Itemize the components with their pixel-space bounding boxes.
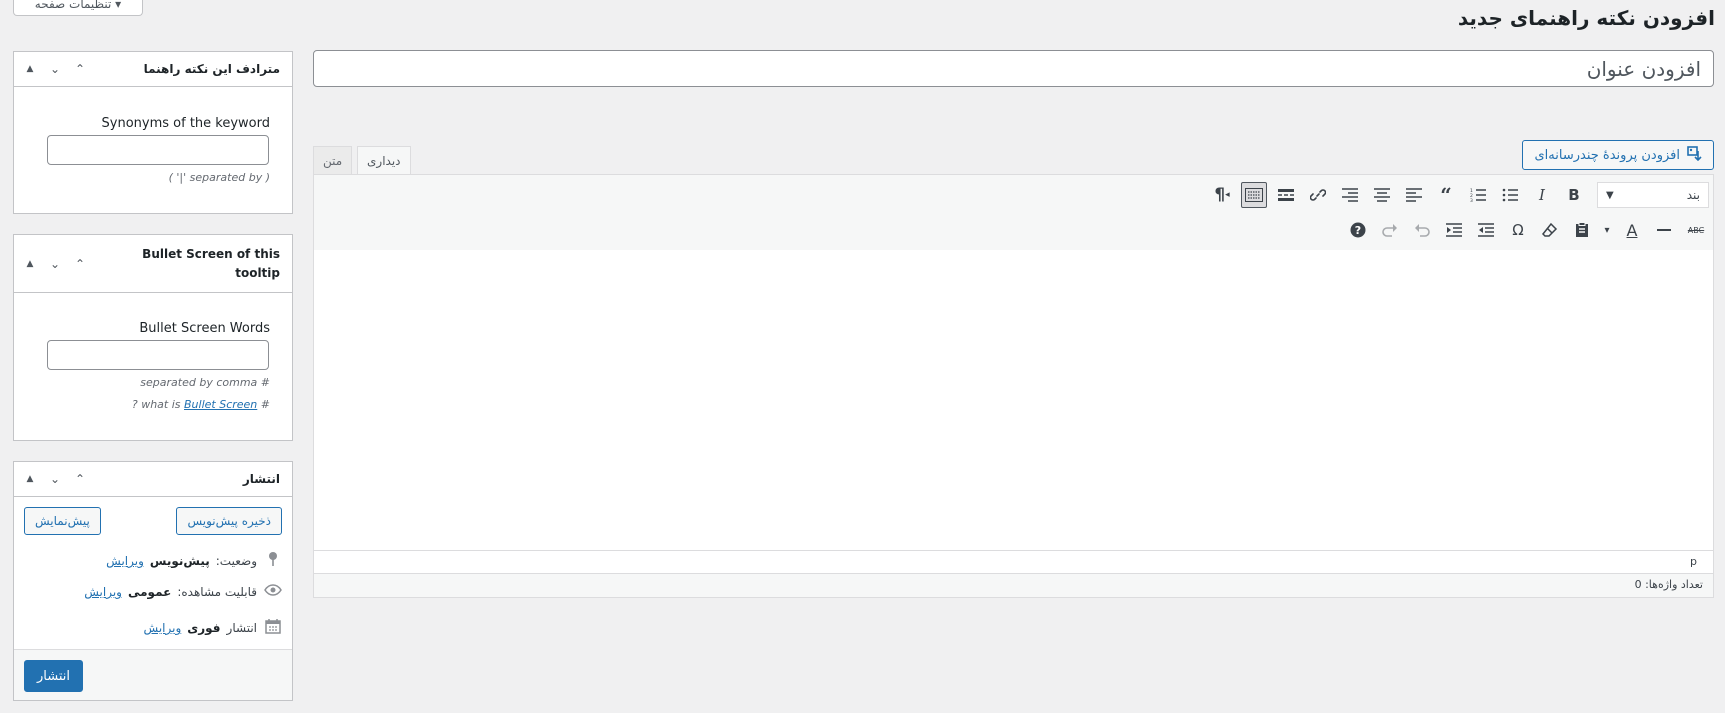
editor-content-area[interactable]	[314, 250, 1713, 551]
align-left-icon[interactable]	[1401, 182, 1427, 208]
bullet-hint-what-is: ? what is Bullet Screen #	[132, 398, 270, 411]
indent-icon[interactable]	[1441, 217, 1467, 243]
calendar-icon	[263, 618, 283, 638]
svg-text:?: ?	[1355, 224, 1361, 237]
bullet-hint-separator: separated by comma #	[140, 376, 270, 389]
undo-icon[interactable]	[1409, 217, 1435, 243]
editor-status-bar: تعداد واژه‌ها: 0	[314, 573, 1713, 597]
align-center-icon[interactable]	[1369, 182, 1395, 208]
move-up-icon[interactable]: ⌃	[71, 62, 89, 76]
bullet-list-icon[interactable]	[1497, 182, 1523, 208]
schedule-value: فوری	[187, 621, 221, 635]
synonyms-input[interactable]	[47, 135, 269, 165]
outdent-icon[interactable]	[1473, 217, 1499, 243]
publish-box-title: انتشار	[242, 472, 280, 486]
toolbar-toggle-icon[interactable]	[1241, 182, 1267, 208]
bullet-box-header[interactable]: Bullet Screen of this tooltip ▲ ⌄ ⌃	[14, 235, 292, 293]
box-controls: ▲ ⌄ ⌃	[21, 462, 89, 496]
element-path[interactable]: p	[1690, 555, 1697, 568]
visibility-edit-link[interactable]: ویرایش	[84, 585, 122, 599]
status-edit-link[interactable]: ویرایش	[106, 554, 144, 568]
visibility-value: عمومی	[127, 585, 172, 599]
editor-toolbar: بند ▼ B I 123 “ ¶ ◂ ABC A ▾ Ω ?	[314, 175, 1713, 251]
tab-visual[interactable]: دیداری	[357, 146, 411, 175]
help-icon[interactable]: ?	[1345, 217, 1371, 243]
visibility-label: قابلیت مشاهده:	[177, 585, 257, 599]
publish-box-header[interactable]: انتشار ▲ ⌄ ⌃	[14, 462, 292, 497]
toolbar-row-1: بند ▼ B I 123 “ ¶ ◂	[1209, 182, 1709, 208]
move-up-icon[interactable]: ⌃	[71, 472, 89, 486]
tab-text[interactable]: متن	[313, 146, 353, 174]
format-select-value: بند	[1686, 188, 1700, 202]
text-color-icon[interactable]: A	[1619, 217, 1645, 243]
visibility-row: قابلیت مشاهده: عمومی ویرایش	[84, 584, 283, 600]
svg-text:3: 3	[1470, 198, 1473, 202]
synonyms-box-header[interactable]: مترادف این نکته راهنما ▲ ⌄ ⌃	[14, 52, 292, 87]
align-right-icon[interactable]	[1337, 182, 1363, 208]
rtl-direction-icon[interactable]: ¶ ◂	[1209, 182, 1235, 208]
bullet-hint-suffix: #	[257, 398, 270, 411]
pin-icon	[263, 551, 283, 571]
synonyms-label: Synonyms of the keyword	[101, 116, 270, 131]
media-icon	[1687, 145, 1703, 165]
format-select[interactable]: بند ▼	[1597, 182, 1709, 208]
redo-icon[interactable]	[1377, 217, 1403, 243]
move-down-icon[interactable]: ⌄	[46, 257, 64, 271]
link-icon[interactable]	[1305, 182, 1331, 208]
add-media-button[interactable]: افزودن پروندهٔ چندرسانه‌ای	[1521, 140, 1714, 170]
element-path-bar: p	[314, 550, 1713, 574]
screen-options-button[interactable]: تنظیمات صفحه ▾	[13, 0, 143, 16]
special-character-icon[interactable]: Ω	[1505, 217, 1531, 243]
add-media-label: افزودن پروندهٔ چندرسانه‌ای	[1534, 147, 1681, 163]
bullet-words-input[interactable]	[47, 340, 269, 370]
horizontal-line-icon[interactable]	[1651, 217, 1677, 243]
move-down-icon[interactable]: ⌄	[46, 472, 64, 486]
toolbar-row-2: ABC A ▾ Ω ?	[1345, 217, 1709, 243]
publish-box: انتشار ▲ ⌄ ⌃ ذخیره پیش‌نویس پیش‌نمایش وض…	[13, 461, 293, 701]
eye-icon	[263, 584, 283, 600]
schedule-label: انتشار	[226, 621, 257, 635]
toggle-panel-icon[interactable]: ▲	[21, 474, 39, 484]
move-down-icon[interactable]: ⌄	[46, 62, 64, 76]
box-controls: ▲ ⌄ ⌃	[21, 52, 89, 86]
blockquote-icon[interactable]: “	[1433, 182, 1459, 208]
preview-button[interactable]: پیش‌نمایش	[24, 507, 101, 535]
chevron-down-icon: ▼	[1606, 189, 1614, 201]
strikethrough-icon[interactable]: ABC	[1683, 217, 1709, 243]
synonyms-hint: ( '|' separated by )	[168, 171, 270, 184]
content-editor: بند ▼ B I 123 “ ¶ ◂ ABC A ▾ Ω ? p تعداد …	[313, 174, 1714, 598]
status-row: وضعیت: پیش‌نویس ویرایش	[106, 551, 283, 571]
save-draft-button[interactable]: ذخیره پیش‌نویس	[176, 507, 282, 535]
clear-formatting-icon[interactable]	[1537, 217, 1563, 243]
bullet-box-title: Bullet Screen of this tooltip	[142, 246, 280, 280]
read-more-icon[interactable]	[1273, 182, 1299, 208]
bullet-hint-prefix: ? what is	[131, 398, 184, 411]
status-value: پیش‌نویس	[149, 554, 210, 568]
bullet-screen-box: Bullet Screen of this tooltip ▲ ⌄ ⌃ Bull…	[13, 234, 293, 441]
bullet-screen-link[interactable]: Bullet Screen	[184, 398, 257, 411]
title-input[interactable]	[313, 50, 1714, 87]
toggle-panel-icon[interactable]: ▲	[21, 64, 39, 74]
publish-actions: انتشار	[14, 649, 292, 700]
title-field-wrap	[313, 50, 1714, 87]
text-color-dropdown-icon[interactable]: ▾	[1601, 217, 1613, 243]
status-label: وضعیت:	[215, 554, 257, 568]
word-count: تعداد واژه‌ها: 0	[1634, 578, 1703, 591]
italic-icon[interactable]: I	[1529, 182, 1555, 208]
bullet-words-label: Bullet Screen Words	[139, 321, 270, 336]
synonyms-box: مترادف این نکته راهنما ▲ ⌄ ⌃ Synonyms of…	[13, 51, 293, 214]
move-up-icon[interactable]: ⌃	[71, 257, 89, 271]
bold-icon[interactable]: B	[1561, 182, 1587, 208]
numbered-list-icon[interactable]: 123	[1465, 182, 1491, 208]
toggle-panel-icon[interactable]: ▲	[21, 259, 39, 269]
box-controls: ▲ ⌄ ⌃	[21, 235, 89, 292]
publish-button[interactable]: انتشار	[24, 660, 83, 692]
page-title: افزودن نکته راهنمای جدید	[1457, 6, 1715, 30]
synonyms-box-title: مترادف این نکته راهنما	[143, 62, 280, 76]
schedule-row: انتشار فوری ویرایش	[144, 618, 283, 638]
schedule-edit-link[interactable]: ویرایش	[144, 621, 182, 635]
paste-as-text-icon[interactable]	[1569, 217, 1595, 243]
